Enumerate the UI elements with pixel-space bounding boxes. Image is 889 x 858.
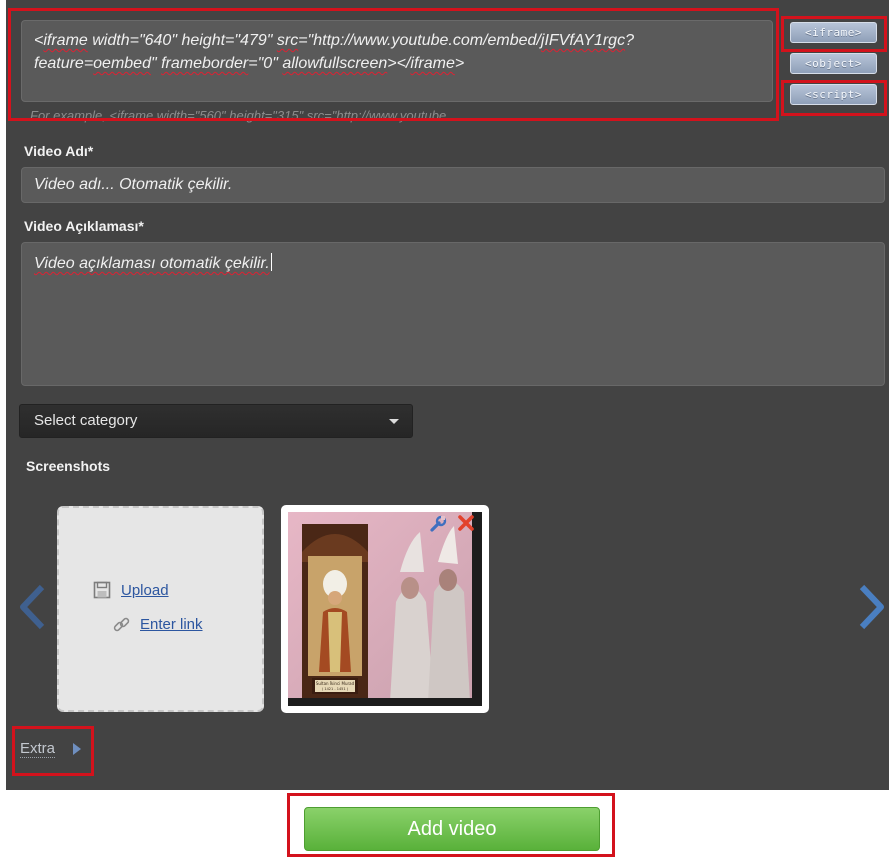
embed-code-segment: iframe bbox=[43, 32, 88, 49]
embed-code-segment: feature= bbox=[34, 55, 94, 72]
embed-code-segment: > bbox=[454, 55, 465, 72]
embed-code-segment: ></ bbox=[387, 55, 411, 72]
category-select[interactable]: Select category bbox=[19, 404, 413, 438]
category-selected-value: Select category bbox=[34, 412, 138, 429]
screenshots-label: Screenshots bbox=[26, 458, 111, 474]
extra-toggle[interactable]: Extra bbox=[20, 740, 81, 758]
script-format-button[interactable]: <script> bbox=[790, 84, 877, 105]
embed-code-segment: ="0" bbox=[248, 55, 283, 72]
chevron-left-icon[interactable] bbox=[18, 584, 46, 630]
embed-code-segment: < bbox=[34, 32, 44, 49]
chain-link-icon bbox=[113, 617, 130, 632]
embed-code-segment: src bbox=[276, 32, 299, 49]
embed-code-segment: iframe bbox=[410, 55, 455, 72]
embed-code-segment: width="640" height="479" bbox=[87, 32, 277, 49]
floppy-disk-icon bbox=[93, 581, 111, 599]
embed-code-segment: allowfullscreen bbox=[282, 55, 388, 72]
video-description-textarea[interactable]: Video açıklaması otomatik çekilir. bbox=[21, 242, 885, 386]
embed-code-textarea[interactable]: <iframe width="640" height="479" src="ht… bbox=[21, 20, 773, 102]
add-video-button[interactable]: Add video bbox=[304, 807, 600, 851]
object-format-button[interactable]: <object> bbox=[790, 53, 877, 74]
upload-link[interactable]: Upload bbox=[93, 581, 169, 599]
thumb-caption-line1: Sultan İkinci Murad bbox=[316, 681, 355, 686]
video-name-value: Video adı... Otomatik çekilir. bbox=[34, 176, 233, 193]
video-name-label: Video Adı* bbox=[24, 143, 94, 159]
embed-code-hint: For example, <iframe width="560" height=… bbox=[30, 109, 458, 123]
thumb-caption-line2: ( 1421 - 1451 ) bbox=[322, 687, 349, 691]
embed-code-segment: ="http://www.youtube.com/embed/ bbox=[298, 32, 541, 49]
caret-down-icon bbox=[389, 419, 399, 424]
text-cursor bbox=[270, 253, 272, 271]
video-name-input[interactable]: Video adı... Otomatik çekilir. bbox=[21, 167, 885, 203]
enter-link-link[interactable]: Enter link bbox=[113, 616, 203, 633]
embed-code-segment: frameborder bbox=[161, 55, 249, 72]
close-icon[interactable] bbox=[457, 514, 475, 532]
screenshot-image: Sultan İkinci Murad ( 1421 - 1451 ) bbox=[288, 512, 482, 706]
embed-code-segment: jIFVfAY1rgc bbox=[540, 32, 626, 49]
chevron-right-icon[interactable] bbox=[858, 584, 886, 630]
upload-link-label: Upload bbox=[121, 582, 169, 599]
video-description-label: Video Açıklaması* bbox=[24, 218, 144, 234]
video-description-value: Video açıklaması otomatik çekilir. bbox=[34, 255, 270, 272]
screenshot-thumbnail[interactable]: Sultan İkinci Murad ( 1421 - 1451 ) bbox=[281, 505, 489, 713]
enter-link-label: Enter link bbox=[140, 616, 203, 633]
embed-code-segment: ? bbox=[625, 32, 634, 49]
iframe-format-button[interactable]: <iframe> bbox=[790, 22, 877, 43]
upload-dropzone[interactable]: Upload Enter link bbox=[57, 506, 264, 712]
triangle-right-icon bbox=[73, 743, 81, 755]
embed-code-segment: oembed bbox=[93, 55, 151, 72]
extra-label: Extra bbox=[20, 740, 56, 758]
wrench-icon[interactable] bbox=[428, 514, 448, 534]
embed-code-segment: " bbox=[150, 55, 162, 72]
